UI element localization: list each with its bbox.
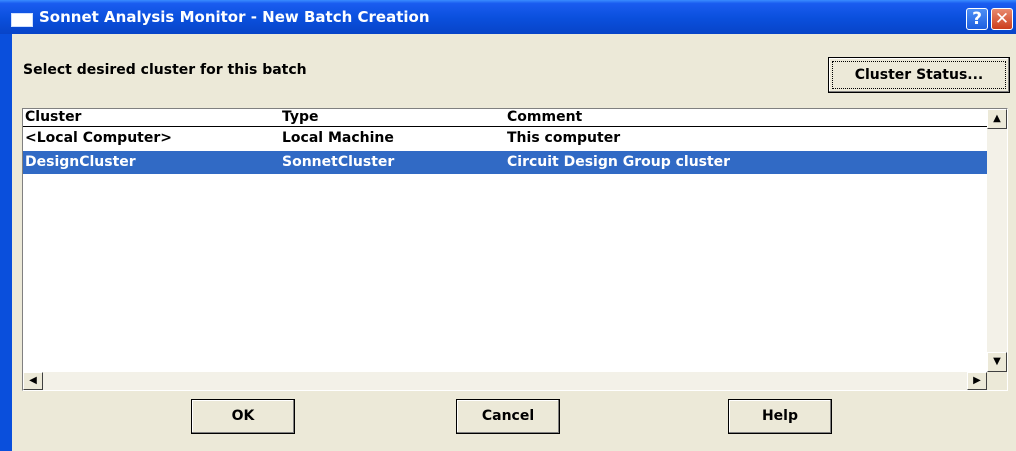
scroll-right-icon[interactable]: ▶ — [967, 372, 987, 390]
cell-cluster: DesignCluster — [25, 154, 136, 170]
window-icon — [11, 13, 33, 27]
cluster-status-button[interactable]: Cluster Status... — [828, 57, 1010, 93]
title-bar[interactable]: Sonnet Analysis Monitor - New Batch Crea… — [0, 0, 1016, 34]
cancel-button[interactable]: Cancel — [456, 399, 560, 434]
focus-rectangle — [832, 61, 1006, 89]
window-title: Sonnet Analysis Monitor - New Batch Crea… — [39, 8, 430, 26]
table-row[interactable]: <Local Computer> Local Machine This comp… — [23, 127, 987, 150]
cell-type: Local Machine — [282, 130, 394, 146]
cluster-list-content: Cluster Type Comment <Local Computer> Lo… — [23, 109, 987, 372]
instruction-label: Select desired cluster for this batch — [23, 62, 307, 78]
scroll-down-icon[interactable]: ▼ — [987, 352, 1007, 372]
scroll-up-icon[interactable]: ▲ — [987, 109, 1007, 129]
scrollbar-corner — [987, 372, 1007, 390]
column-header-type[interactable]: Type — [282, 109, 319, 126]
column-header-comment[interactable]: Comment — [507, 109, 582, 126]
ok-button[interactable]: OK — [191, 399, 295, 434]
list-header: Cluster Type Comment — [23, 109, 987, 127]
cell-comment: This computer — [507, 130, 621, 146]
cluster-list[interactable]: Cluster Type Comment <Local Computer> Lo… — [22, 108, 1008, 391]
dialog-window: Sonnet Analysis Monitor - New Batch Crea… — [0, 0, 1016, 451]
cell-type: SonnetCluster — [282, 154, 395, 170]
close-button[interactable]: ✕ — [991, 8, 1013, 30]
cell-comment: Circuit Design Group cluster — [507, 154, 731, 170]
cell-cluster: <Local Computer> — [25, 130, 172, 146]
scroll-left-icon[interactable]: ◀ — [23, 372, 43, 390]
vertical-scrollbar[interactable]: ▲ ▼ — [987, 109, 1007, 372]
dialog-body: Select desired cluster for this batch Cl… — [12, 34, 1016, 451]
horizontal-scrollbar[interactable]: ◀ ▶ — [23, 372, 987, 390]
help-title-button[interactable]: ? — [966, 8, 988, 30]
help-button[interactable]: Help — [728, 399, 832, 434]
column-header-cluster[interactable]: Cluster — [25, 109, 81, 126]
table-row-selected[interactable]: DesignCluster SonnetCluster Circuit Desi… — [23, 151, 987, 174]
